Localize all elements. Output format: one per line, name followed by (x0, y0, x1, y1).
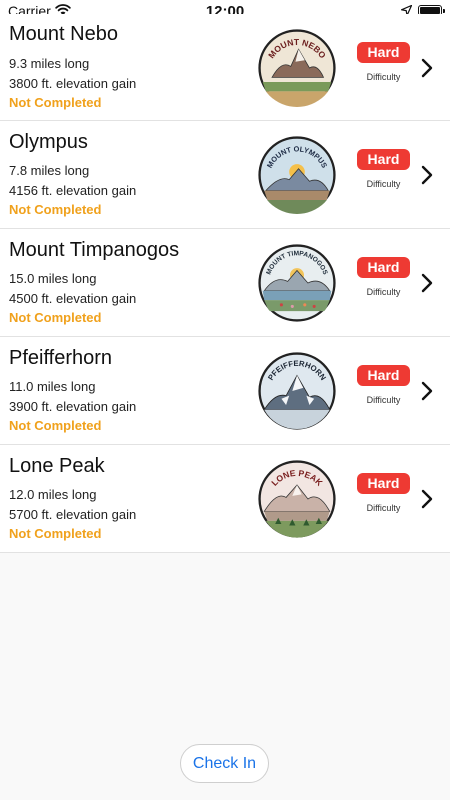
chevron-right-icon[interactable] (421, 273, 433, 293)
mount-nebo-badge-icon: MOUNT NEBO (258, 29, 336, 107)
chevron-right-icon[interactable] (421, 489, 433, 509)
difficulty-badge: Hard (357, 365, 410, 386)
difficulty-caption: Difficulty (366, 72, 401, 82)
chevron-right-icon[interactable] (421, 381, 433, 401)
trail-name: Pfeifferhorn (9, 347, 113, 369)
trail-row-mount-nebo[interactable]: Mount Nebo 9.3 miles long 3800 ft. eleva… (0, 14, 450, 121)
trail-length: 9.3 miles long (9, 56, 90, 71)
trail-name: Mount Nebo (9, 23, 118, 45)
difficulty-caption: Difficulty (366, 503, 401, 513)
difficulty-caption: Difficulty (366, 395, 401, 405)
difficulty-badge: Hard (357, 42, 410, 63)
trail-name: Olympus (9, 131, 88, 153)
mount-olympus-badge-icon: MOUNT OLYMPUS (258, 136, 336, 214)
lone-peak-badge-icon: LONE PEAK (258, 460, 336, 538)
trail-length: 7.8 miles long (9, 163, 90, 178)
trail-row-olympus[interactable]: Olympus 7.8 miles long 4156 ft. elevatio… (0, 121, 450, 229)
difficulty-badge: Hard (357, 149, 410, 170)
difficulty-caption: Difficulty (366, 179, 401, 189)
trail-elevation-gain: 5700 ft. elevation gain (9, 507, 137, 522)
chevron-right-icon[interactable] (421, 58, 433, 78)
difficulty-badge: Hard (357, 473, 410, 494)
check-in-button[interactable]: Check In (180, 744, 269, 783)
trail-name: Mount Timpanogos (9, 239, 180, 261)
trail-status: Not Completed (9, 202, 102, 217)
trail-elevation-gain: 4500 ft. elevation gain (9, 291, 137, 306)
trail-status: Not Completed (9, 95, 102, 110)
difficulty-badge: Hard (357, 257, 410, 278)
trail-status: Not Completed (9, 526, 102, 541)
trail-row-pfeifferhorn[interactable]: Pfeifferhorn 11.0 miles long 3900 ft. el… (0, 337, 450, 445)
trail-status: Not Completed (9, 418, 102, 433)
pfeifferhorn-badge-icon: PFEIFFERHORN (258, 352, 336, 430)
trail-row-lone-peak[interactable]: Lone Peak 12.0 miles long 5700 ft. eleva… (0, 445, 450, 553)
trail-row-mount-timpanogos[interactable]: Mount Timpanogos 15.0 miles long 4500 ft… (0, 229, 450, 337)
trail-elevation-gain: 4156 ft. elevation gain (9, 183, 137, 198)
trail-list: Mount Nebo 9.3 miles long 3800 ft. eleva… (0, 14, 450, 553)
trail-name: Lone Peak (9, 455, 105, 477)
mount-timpanogos-badge-icon: MOUNT TIMPANOGOS (258, 244, 336, 322)
trail-elevation-gain: 3900 ft. elevation gain (9, 399, 137, 414)
trail-status: Not Completed (9, 310, 102, 325)
difficulty-caption: Difficulty (366, 287, 401, 297)
trail-length: 15.0 miles long (9, 271, 97, 286)
trail-elevation-gain: 3800 ft. elevation gain (9, 76, 137, 91)
trail-length: 12.0 miles long (9, 487, 97, 502)
trail-length: 11.0 miles long (9, 379, 96, 394)
chevron-right-icon[interactable] (421, 165, 433, 185)
